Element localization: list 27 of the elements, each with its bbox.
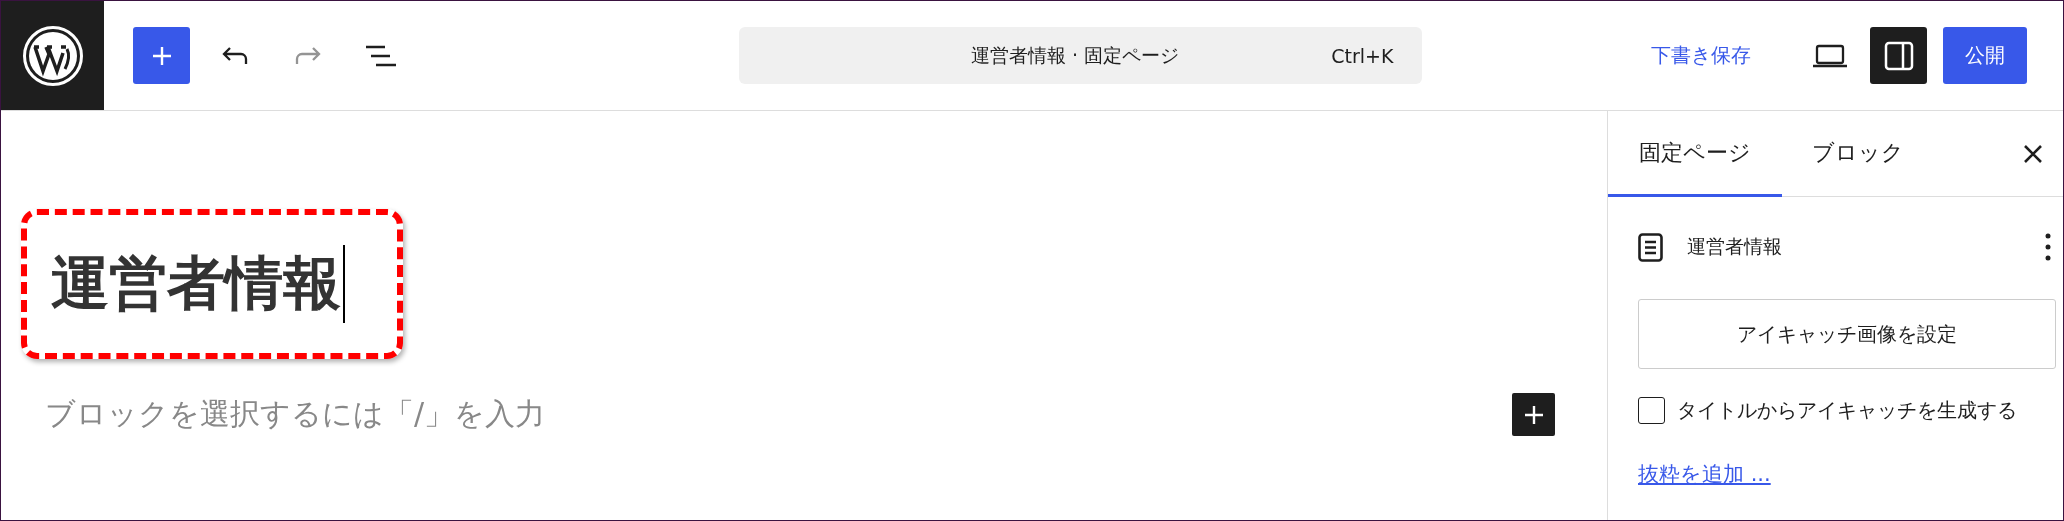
checkbox[interactable] [1638,397,1665,424]
undo-icon [220,44,249,67]
sidebar-icon [1883,40,1914,71]
sidebar-tab[interactable]: 固定ページ [1608,111,1782,197]
page-icon [1638,232,1663,262]
document-title: 運営者情報 · 固定ページ [969,42,1180,68]
block-appender-hint[interactable]: ブロックを選択するには「/」を入力 [45,394,1512,435]
more-icon [2045,233,2051,261]
page-title[interactable]: 運営者情報 [51,245,341,323]
plus-icon [1522,403,1545,426]
sidebar-tab[interactable]: ブロック [1782,111,1934,197]
page-name: 運営者情報 [1687,234,1783,259]
wordpress-logo-icon [21,24,84,87]
redo-icon [293,44,322,67]
publish-button[interactable]: 公開 [1943,27,2027,84]
save-draft-button[interactable]: 下書き保存 [1643,34,1759,77]
laptop-icon [1811,43,1848,68]
command-bar[interactable]: 運営者情報 · 固定ページ Ctrl+K [738,27,1422,84]
shortcut-hint: Ctrl+K [1331,44,1394,67]
add-block-button[interactable] [1512,393,1555,436]
set-featured-image-button[interactable]: アイキャッチ画像を設定 [1638,299,2056,369]
close-icon [2023,143,2043,164]
add-excerpt-link[interactable]: 抜粋を追加 ... [1638,460,1771,488]
list-view-icon [364,43,397,68]
settings-toggle-button[interactable] [1870,27,1927,84]
logo-tile[interactable] [1,1,104,110]
checkbox-label[interactable]: タイトルからアイキャッチを生成する [1677,397,2017,424]
